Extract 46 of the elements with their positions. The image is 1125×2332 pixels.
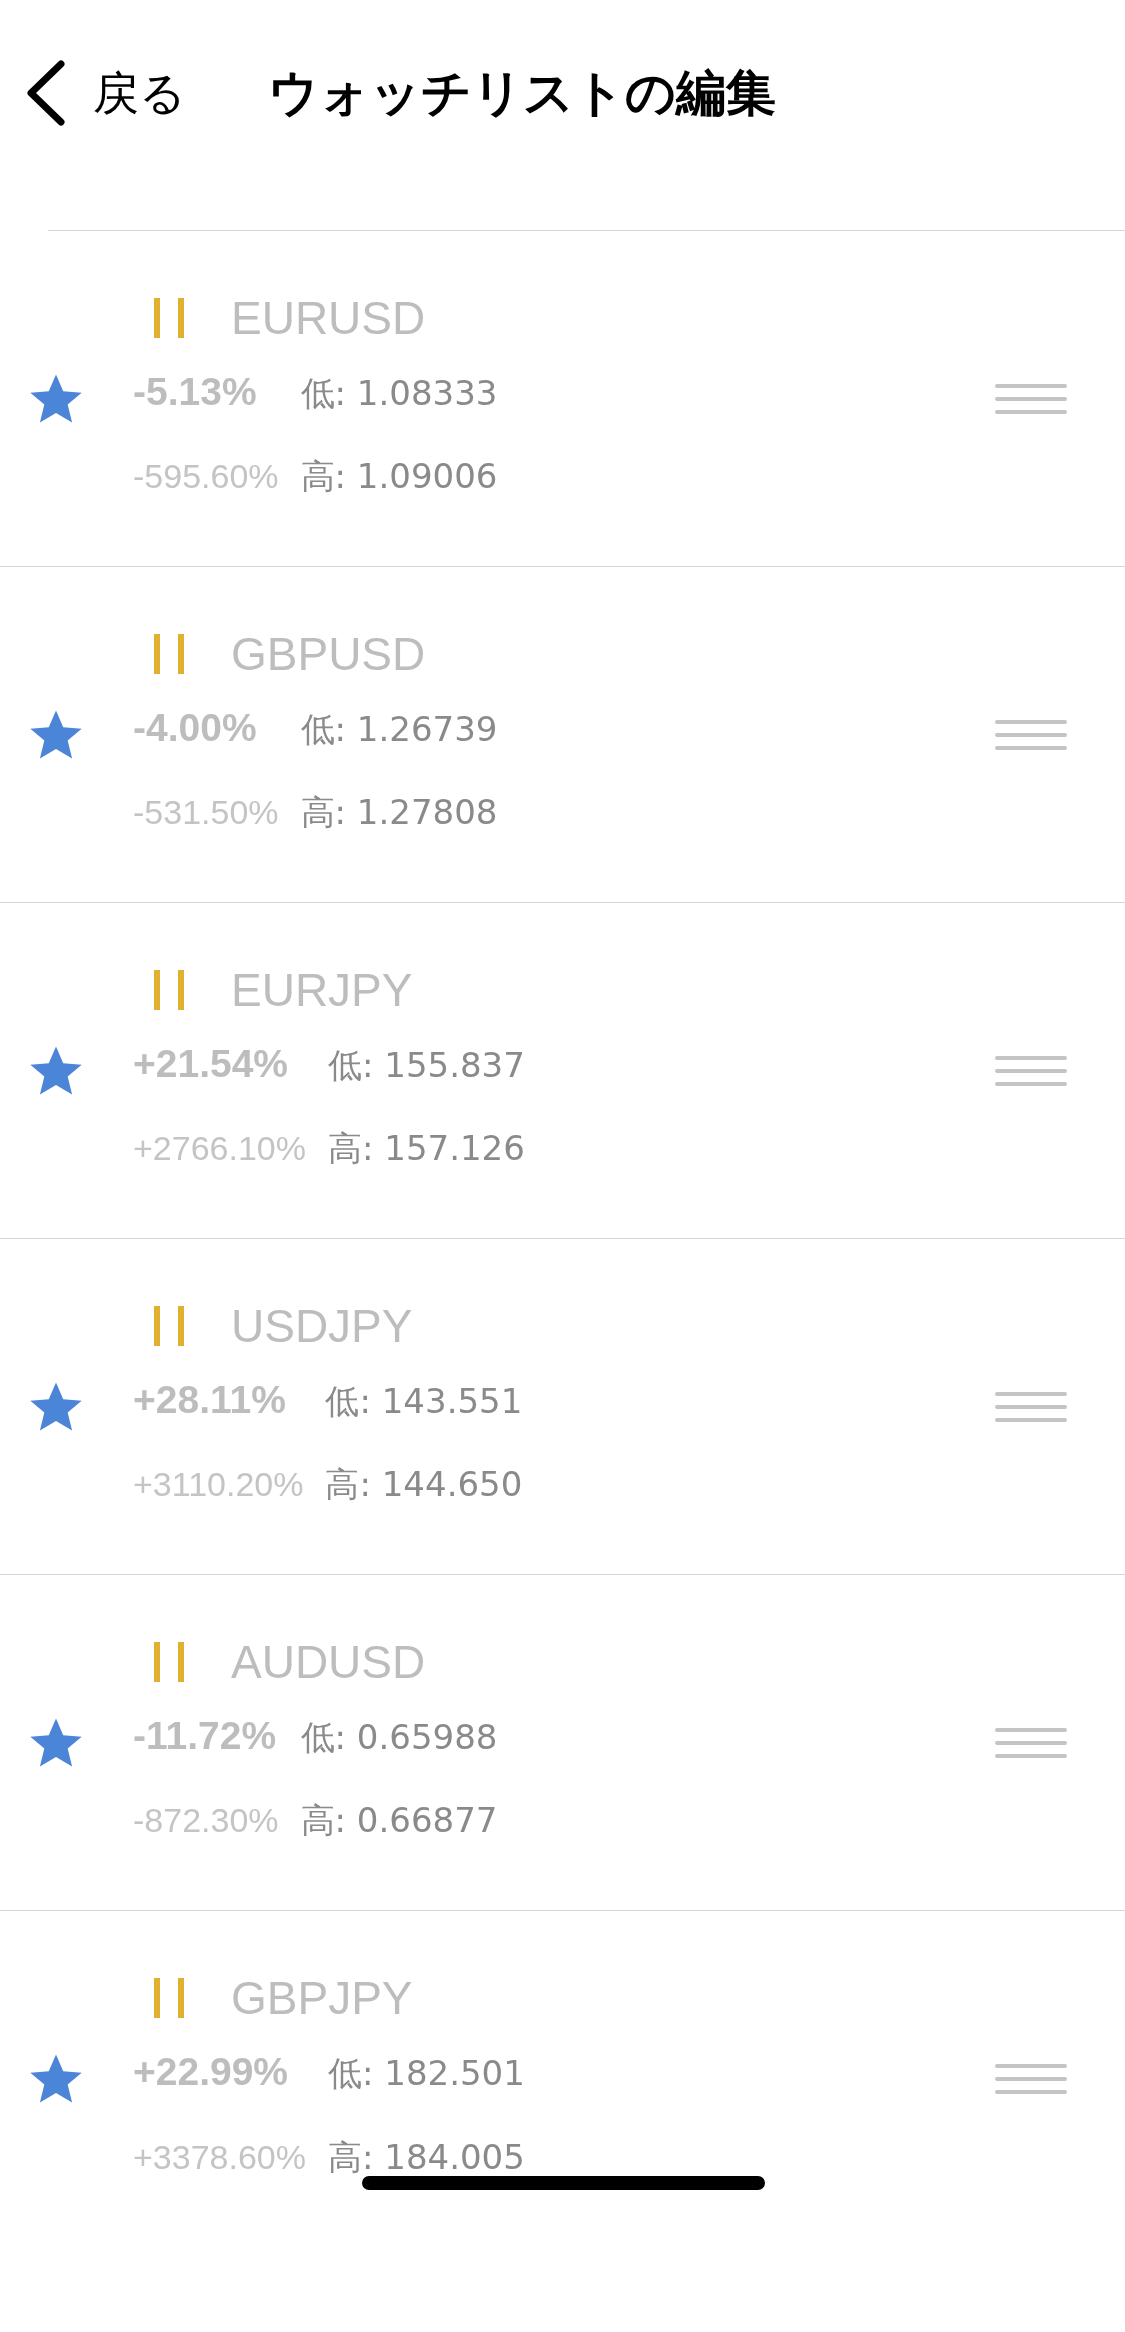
low-price: 低: 1.08333 — [300, 371, 498, 415]
low-price: 低: 155.837 — [328, 1043, 525, 1087]
low-price: 低: 0.65988 — [300, 1715, 498, 1759]
pause-icon — [153, 1305, 185, 1346]
symbol-text: EURUSD — [231, 294, 426, 341]
high-price: 高: 144.650 — [325, 1463, 523, 1507]
back-button[interactable]: 戻る — [25, 60, 186, 126]
change-points: -872.30% — [133, 1800, 279, 1842]
high-price: 高: 157.126 — [328, 1127, 525, 1171]
change-points: -531.50% — [133, 792, 279, 834]
symbol-text: GBPJPY — [231, 1975, 413, 2022]
home-indicator[interactable] — [362, 2176, 765, 2190]
change-points: +3378.60% — [133, 2136, 306, 2178]
high-price: 高: 1.09006 — [300, 455, 498, 499]
drag-handle-icon[interactable] — [995, 382, 1067, 415]
change-percent: +22.99% — [133, 2049, 290, 2096]
drag-handle-icon[interactable] — [995, 1726, 1067, 1759]
pause-icon — [153, 1641, 185, 1682]
change-points: +2766.10% — [133, 1128, 306, 1170]
symbol-text: AUDUSD — [231, 1638, 426, 1685]
high-price: 高: 184.005 — [328, 2135, 525, 2179]
drag-handle-icon[interactable] — [995, 2063, 1067, 2095]
high-price: 高: 0.66877 — [300, 1799, 498, 1843]
change-percent: -11.72% — [133, 1712, 278, 1759]
symbol-text: EURJPY — [231, 966, 413, 1013]
low-price: 低: 182.501 — [328, 2052, 525, 2096]
low-price: 低: 143.551 — [325, 1379, 523, 1423]
symbol-text: USDJPY — [231, 1302, 413, 1349]
change-percent: +28.11% — [133, 1376, 287, 1423]
chevron-left-icon — [25, 60, 67, 126]
change-percent: -5.13% — [133, 368, 258, 415]
low-price: 低: 1.26739 — [300, 707, 498, 751]
change-points: -595.60% — [133, 456, 279, 498]
symbol-text: GBPUSD — [231, 630, 426, 677]
pause-icon — [153, 297, 185, 338]
drag-handle-icon[interactable] — [995, 1390, 1067, 1423]
pause-icon — [153, 633, 185, 674]
drag-handle-icon[interactable] — [995, 718, 1067, 751]
high-price: 高: 1.27808 — [300, 791, 498, 835]
change-percent: -4.00% — [133, 704, 258, 751]
drag-handle-icon[interactable] — [995, 1054, 1067, 1087]
change-percent: +21.54% — [133, 1040, 290, 1087]
pause-icon — [153, 1978, 185, 2019]
change-points: +3110.20% — [133, 1464, 304, 1506]
pause-icon — [153, 969, 185, 1010]
screen-title: ウォッチリストの編集 — [268, 63, 776, 124]
